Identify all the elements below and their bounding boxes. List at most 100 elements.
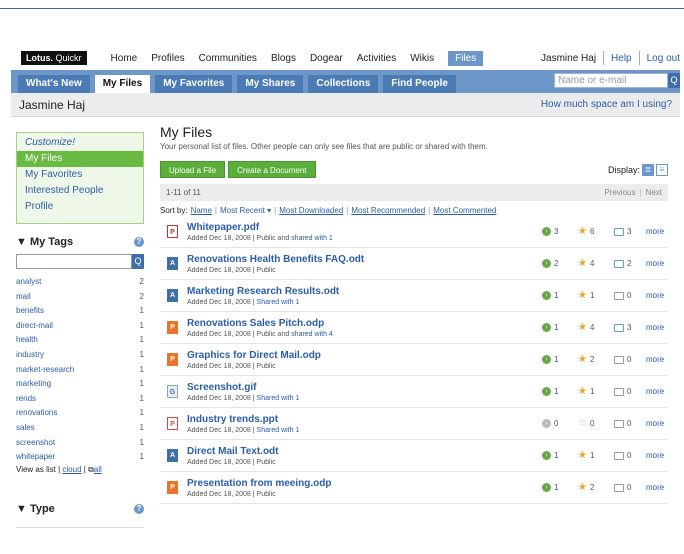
- help-icon[interactable]: ?: [134, 237, 144, 247]
- comment-icon[interactable]: [614, 355, 624, 364]
- more-link[interactable]: more: [646, 483, 664, 492]
- tag-name[interactable]: screenshot: [16, 436, 55, 451]
- tag-name[interactable]: mail: [16, 290, 31, 305]
- file-name-link[interactable]: Marketing Research Results.odt: [187, 286, 668, 297]
- sidebar-item-profile[interactable]: Profile: [17, 199, 143, 215]
- file-share-link[interactable]: Shared with 1: [257, 299, 300, 306]
- tag-name[interactable]: industry: [16, 348, 44, 363]
- sort-most-recent[interactable]: Most Recent ▾: [220, 206, 271, 215]
- tab-find-people[interactable]: Find People: [383, 75, 456, 93]
- file-name-link[interactable]: Presentation from meeing.odp: [187, 478, 668, 489]
- logout-link[interactable]: Log out: [647, 53, 680, 64]
- sort-by-name[interactable]: Name: [191, 206, 212, 215]
- tag-item[interactable]: rends 1: [16, 392, 144, 407]
- sidebar-item-my-files[interactable]: My Files: [17, 151, 143, 167]
- comment-count[interactable]: 2: [614, 259, 631, 268]
- nav-wikis[interactable]: Wikis: [410, 53, 434, 64]
- more-link[interactable]: more: [646, 259, 664, 268]
- tag-name[interactable]: whitepaper: [16, 450, 55, 465]
- tab-my-shares[interactable]: My Shares: [237, 75, 304, 93]
- upload-file-button[interactable]: Upload a File: [160, 161, 226, 178]
- tag-name[interactable]: rends: [16, 392, 36, 407]
- next-link[interactable]: Next: [646, 188, 662, 197]
- recommendation-count[interactable]: ★ 1: [578, 450, 594, 461]
- more-link[interactable]: more: [646, 387, 664, 396]
- star-icon[interactable]: ★: [578, 322, 587, 333]
- file-name-link[interactable]: Direct Mail Text.odt: [187, 446, 668, 457]
- tag-name[interactable]: direct-mail: [16, 319, 53, 334]
- file-name-link[interactable]: Whitepaper.pdf: [187, 222, 668, 233]
- space-usage-link[interactable]: How much space am I using?: [541, 99, 672, 110]
- tag-item[interactable]: industry 1: [16, 348, 144, 363]
- tag-search-input[interactable]: [16, 254, 132, 269]
- sort-most-commented[interactable]: Most Commented: [433, 206, 496, 215]
- sidebar-item-my-favorites[interactable]: My Favorites: [17, 167, 143, 183]
- recommendation-count[interactable]: ★ 4: [578, 322, 594, 333]
- star-icon[interactable]: ☆: [578, 418, 587, 429]
- comment-count[interactable]: 0: [614, 483, 631, 492]
- sort-most-recommended[interactable]: Most Recommended: [351, 206, 425, 215]
- my-tags-heading[interactable]: ▼ My Tags ?: [16, 234, 144, 250]
- tag-name[interactable]: renovations: [16, 406, 57, 421]
- recommendation-count[interactable]: ★ 6: [578, 226, 594, 237]
- search-icon[interactable]: Q: [668, 73, 680, 88]
- tag-name[interactable]: market-research: [16, 363, 74, 378]
- tag-item[interactable]: market-research 1: [16, 363, 144, 378]
- create-document-button[interactable]: Create a Document: [228, 161, 316, 178]
- comment-count[interactable]: 0: [614, 451, 631, 460]
- star-icon[interactable]: ★: [578, 386, 587, 397]
- nav-profiles[interactable]: Profiles: [151, 53, 184, 64]
- nav-activities[interactable]: Activities: [357, 53, 396, 64]
- tag-item[interactable]: direct-mail 1: [16, 319, 144, 334]
- file-name-link[interactable]: Industry trends.ppt: [187, 414, 668, 425]
- tag-item[interactable]: benefits 1: [16, 304, 144, 319]
- comment-icon[interactable]: [614, 259, 624, 268]
- list-view-icon[interactable]: ≡: [656, 163, 668, 176]
- star-icon[interactable]: ★: [578, 450, 587, 461]
- star-icon[interactable]: ★: [578, 354, 587, 365]
- lotus-quickr-logo[interactable]: Lotus. Quickr: [21, 51, 87, 65]
- search-icon[interactable]: Q: [132, 254, 144, 269]
- tag-item[interactable]: sales 1: [16, 421, 144, 436]
- recommendation-count[interactable]: ★ 1: [578, 386, 594, 397]
- nav-communities[interactable]: Communities: [199, 53, 257, 64]
- file-name-link[interactable]: Renovations Health Benefits FAQ.odt: [187, 254, 668, 265]
- customize-link[interactable]: Customize!: [17, 137, 143, 151]
- tag-item[interactable]: screenshot 1: [16, 436, 144, 451]
- recommendation-count[interactable]: ★ 4: [578, 258, 594, 269]
- sort-most-downloaded[interactable]: Most Downloaded: [279, 206, 343, 215]
- tab-my-favorites[interactable]: My Favorites: [155, 75, 233, 93]
- comment-count[interactable]: 0: [614, 387, 631, 396]
- details-view-icon[interactable]: ≣: [642, 163, 654, 176]
- more-link[interactable]: more: [646, 227, 664, 236]
- tag-item[interactable]: renovations 1: [16, 406, 144, 421]
- more-link[interactable]: more: [646, 355, 664, 364]
- nav-files[interactable]: Files: [448, 50, 484, 66]
- recommendation-count[interactable]: ★ 1: [578, 290, 594, 301]
- comment-count[interactable]: 3: [614, 227, 631, 236]
- more-link[interactable]: more: [646, 419, 664, 428]
- tab-whats-new[interactable]: What's New: [18, 75, 90, 93]
- comment-icon[interactable]: [614, 483, 624, 492]
- nav-home[interactable]: Home: [111, 53, 138, 64]
- file-share-link[interactable]: shared with 1: [291, 235, 333, 242]
- comment-icon[interactable]: [614, 291, 624, 300]
- tag-name[interactable]: benefits: [16, 304, 44, 319]
- file-name-link[interactable]: Screenshot.gif: [187, 382, 668, 393]
- tag-name[interactable]: health: [16, 333, 38, 348]
- file-share-link[interactable]: Shared with 1: [257, 395, 300, 402]
- comment-icon[interactable]: [614, 323, 624, 332]
- view-cloud-link[interactable]: cloud: [62, 465, 81, 474]
- tag-name[interactable]: sales: [16, 421, 35, 436]
- more-link[interactable]: more: [646, 451, 664, 460]
- tag-item[interactable]: analyst 2: [16, 275, 144, 290]
- help-icon[interactable]: ?: [134, 503, 144, 514]
- tag-item[interactable]: marketing 1: [16, 377, 144, 392]
- tab-my-files[interactable]: My Files: [94, 75, 151, 93]
- more-link[interactable]: more: [646, 291, 664, 300]
- people-search-input[interactable]: Name or e-mail: [554, 73, 668, 88]
- recommendation-count[interactable]: ☆ 0: [578, 418, 594, 429]
- nav-blogs[interactable]: Blogs: [271, 53, 296, 64]
- recommendation-count[interactable]: ★ 2: [578, 482, 594, 493]
- previous-link[interactable]: Previous: [604, 188, 635, 197]
